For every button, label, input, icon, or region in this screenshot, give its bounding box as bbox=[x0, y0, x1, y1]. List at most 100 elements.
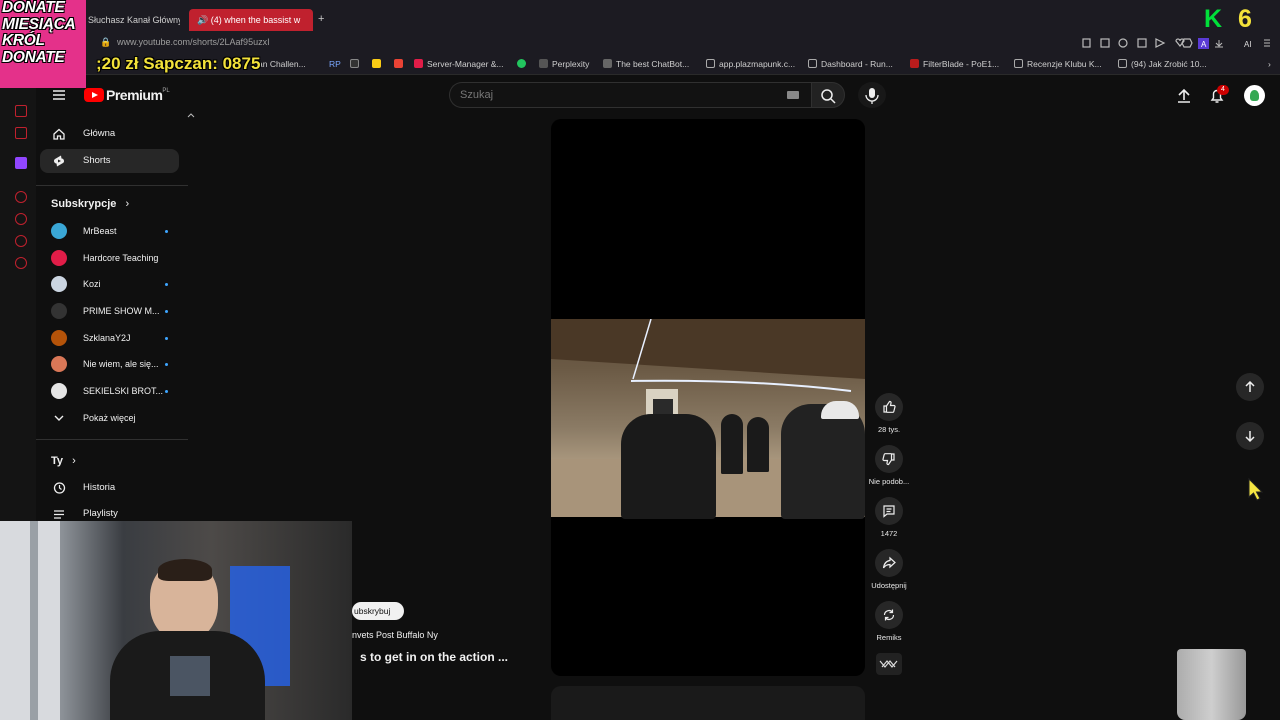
sidebar-app-icon[interactable] bbox=[15, 105, 27, 117]
bookmark-yellow[interactable] bbox=[372, 59, 385, 69]
share-button[interactable] bbox=[875, 549, 903, 577]
glass-cup-overlay bbox=[1177, 649, 1246, 720]
sidebar-app-icon[interactable] bbox=[15, 235, 27, 247]
subscription-item[interactable]: Hardcore Teaching bbox=[51, 248, 181, 268]
bookmark-chatbot[interactable]: The best ChatBot... bbox=[603, 59, 689, 69]
video-frame bbox=[551, 319, 865, 519]
bookmark-plazmapunk[interactable]: app.plazmapunk.c... bbox=[706, 59, 795, 69]
url-bar[interactable]: 🔒 www.youtube.com/shorts/2LAaf95uzxI A A… bbox=[0, 33, 1280, 53]
new-content-dot bbox=[165, 390, 168, 393]
keyboard-icon[interactable] bbox=[787, 91, 799, 99]
folder-icon bbox=[372, 59, 381, 68]
channel-name[interactable]: nvets Post Buffalo Ny bbox=[352, 630, 438, 640]
youtube-premium-logo[interactable]: PremiumPL bbox=[84, 87, 170, 104]
collapse-up-icon[interactable] bbox=[186, 111, 196, 119]
subscription-item[interactable]: Nie wiem, ale się... bbox=[51, 354, 181, 374]
dislike-button[interactable] bbox=[875, 445, 903, 473]
bookmark-recenzje[interactable]: Recenzje Klubu K... bbox=[1014, 59, 1102, 69]
bookmark-rp[interactable]: RP bbox=[329, 59, 341, 69]
remix-action[interactable]: Remiks bbox=[868, 601, 910, 642]
bookmark-challenge[interactable]: an Challen... bbox=[258, 59, 306, 69]
avatar bbox=[51, 330, 67, 346]
subscription-item[interactable]: PRIME SHOW M... bbox=[51, 301, 181, 321]
bookmark-dashboard[interactable]: Dashboard - Run... bbox=[808, 59, 893, 69]
sidebar-item-shorts[interactable]: Shorts bbox=[40, 149, 179, 173]
bookmark-perplexity[interactable]: Perplexity bbox=[539, 59, 589, 69]
youtube-play-icon bbox=[84, 88, 104, 102]
chevron-down-icon bbox=[54, 415, 64, 421]
sidebar-app-icon[interactable] bbox=[15, 257, 27, 269]
like-action[interactable]: 28 tys. bbox=[868, 393, 910, 434]
voice-search-button[interactable] bbox=[858, 82, 886, 108]
next-short-preview[interactable] bbox=[551, 686, 865, 720]
k-badge: K bbox=[1204, 5, 1223, 33]
twitch-icon[interactable] bbox=[15, 157, 27, 169]
page-icon bbox=[706, 59, 715, 68]
sidebar-app-icon[interactable] bbox=[15, 213, 27, 225]
sidebar-app-icon[interactable] bbox=[15, 127, 27, 139]
avatar[interactable] bbox=[1244, 85, 1265, 106]
menu-icon[interactable] bbox=[52, 88, 66, 102]
bookmark-maps[interactable] bbox=[517, 59, 530, 69]
gmail-icon bbox=[394, 59, 403, 68]
avatar-leaf-icon bbox=[1250, 90, 1259, 101]
bookmarks-overflow-icon[interactable]: › bbox=[1268, 59, 1271, 69]
comments-button[interactable] bbox=[875, 497, 903, 525]
bookmark-gmail[interactable] bbox=[394, 59, 407, 69]
page-icon bbox=[808, 59, 817, 68]
lock-icon: 🔒 bbox=[100, 37, 112, 47]
comments-action[interactable]: 1472 bbox=[868, 497, 910, 538]
remix-label: Remiks bbox=[876, 633, 902, 642]
search-box bbox=[449, 82, 811, 108]
bookmark-server-manager[interactable]: Server-Manager &... bbox=[414, 59, 504, 69]
avatar bbox=[51, 223, 67, 239]
s-icon bbox=[350, 59, 359, 68]
home-icon bbox=[53, 128, 65, 140]
sidebar-app-icon[interactable] bbox=[15, 191, 27, 203]
avatar bbox=[51, 383, 67, 399]
new-content-dot bbox=[165, 337, 168, 340]
shorts-video-player[interactable] bbox=[551, 119, 865, 676]
you-header[interactable]: Ty › bbox=[51, 455, 76, 467]
dislike-action[interactable]: Nie podob... bbox=[868, 445, 910, 486]
toolbar-icons[interactable]: A AI bbox=[1080, 37, 1270, 49]
new-content-dot bbox=[165, 363, 168, 366]
bookmark-filterblade[interactable]: FilterBlade - PoE1... bbox=[910, 59, 999, 69]
sound-thumbnail[interactable] bbox=[876, 653, 902, 675]
video-person bbox=[621, 414, 716, 519]
subscription-item[interactable]: SzklanaY2J bbox=[51, 328, 181, 348]
search-button[interactable] bbox=[811, 82, 845, 108]
comment-icon bbox=[883, 505, 895, 518]
tab-active-short[interactable]: 🔊 (4) when the bassist w bbox=[189, 9, 313, 31]
share-action[interactable]: Udostępnij bbox=[868, 549, 910, 590]
remix-button[interactable] bbox=[875, 601, 903, 629]
bookmark-jak-zrobic[interactable]: (94) Jak Zrobić 10... bbox=[1118, 59, 1207, 69]
short-title[interactable]: s to get in on the action ... bbox=[360, 650, 508, 664]
search-input[interactable] bbox=[450, 83, 770, 107]
dislike-label: Nie podob... bbox=[868, 477, 910, 486]
white-cap bbox=[821, 401, 859, 419]
new-content-dot bbox=[165, 230, 168, 233]
subscriptions-header[interactable]: Subskrypcje › bbox=[51, 198, 129, 210]
video-person bbox=[721, 414, 743, 474]
video-person bbox=[781, 404, 865, 519]
like-button[interactable] bbox=[875, 393, 903, 421]
tab-kanal-glowny[interactable]: Słuchasz Kanał Główny bbox=[80, 9, 180, 31]
next-short-button[interactable] bbox=[1236, 422, 1264, 450]
share-label: Udostępnij bbox=[871, 581, 907, 590]
upload-icon[interactable] bbox=[1176, 88, 1192, 104]
show-more-button[interactable]: Pokaż więcej bbox=[51, 408, 181, 428]
sidebar-item-home[interactable]: Główna bbox=[40, 122, 179, 146]
bookmark-s[interactable] bbox=[350, 59, 363, 69]
previous-short-button[interactable] bbox=[1236, 373, 1264, 401]
sidebar-item-history[interactable]: Historia bbox=[40, 476, 179, 500]
subscription-item[interactable]: Kozi bbox=[51, 274, 181, 294]
video-person bbox=[747, 417, 769, 472]
playlist-icon bbox=[54, 510, 64, 519]
subscription-item[interactable]: SEKIELSKI BROT... bbox=[51, 381, 181, 401]
subscription-item[interactable]: MrBeast bbox=[51, 221, 181, 241]
subscribe-button[interactable]: ubskrybuj bbox=[352, 602, 404, 620]
avatar bbox=[51, 276, 67, 292]
new-tab-button[interactable]: + bbox=[318, 13, 324, 25]
chevron-right-icon: › bbox=[125, 198, 130, 210]
